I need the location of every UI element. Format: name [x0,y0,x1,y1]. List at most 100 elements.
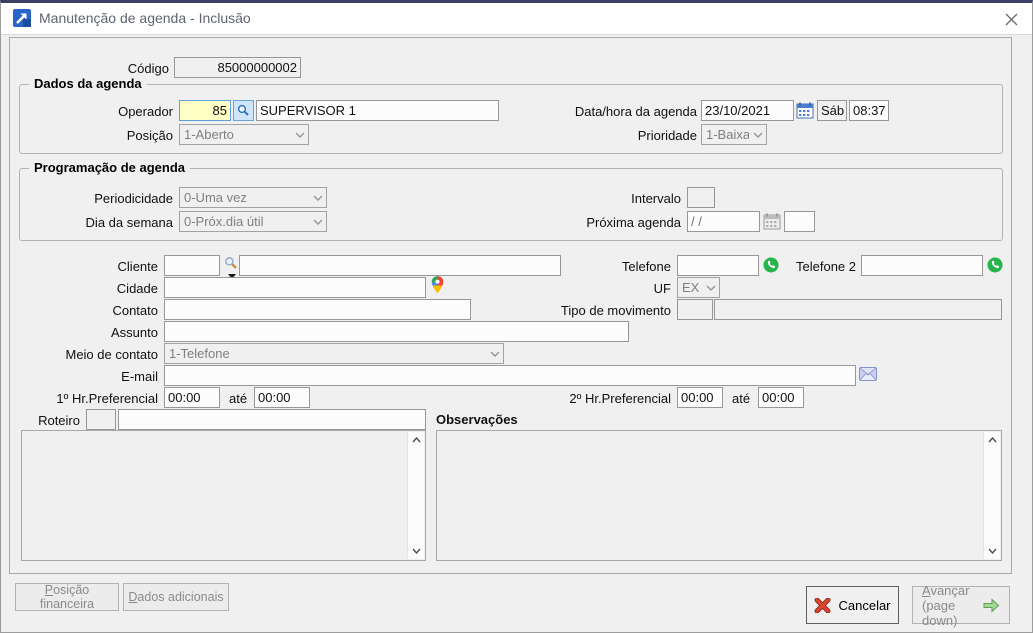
cliente-label: Cliente [117,259,158,274]
proxima-agenda-label: Próxima agenda [586,215,681,230]
observacoes-scrollbar[interactable] [983,432,1000,559]
observacoes-label: Observações [436,412,518,427]
proxima-agenda-field[interactable] [687,211,760,232]
email-icon[interactable] [859,367,877,381]
roteiro-label: Roteiro [38,413,80,428]
assunto-label: Assunto [111,325,158,340]
prioridade-label: Prioridade [637,128,697,143]
email-field[interactable] [164,365,856,386]
email-label: E-mail [121,369,158,384]
dados-adicionais-button[interactable]: Dados adicionais [123,583,229,611]
roteiro-scrollbar[interactable] [407,432,424,559]
whatsapp-icon[interactable] [763,257,779,273]
tipo-movimento-desc-field[interactable] [714,299,1002,320]
meio-contato-select[interactable]: 1-Telefone [164,343,504,364]
scroll-up-icon[interactable] [984,432,1000,448]
uf-value: EX [682,280,700,295]
weekday-display: Sáb [817,100,847,121]
map-pin-icon[interactable] [430,275,445,295]
posicao-label: Posição [126,128,173,143]
operador-code-field[interactable] [179,100,231,121]
periodicidade-value: 0-Uma vez [184,190,247,205]
app-icon [13,9,31,27]
hr2-label: 2º Hr.Preferencial [569,391,671,406]
operador-name-field[interactable] [256,100,499,121]
scroll-down-icon[interactable] [408,543,424,559]
telefone-label: Telefone [621,259,671,274]
titlebar: Manutenção de agenda - Inclusão [1,3,1032,35]
close-icon[interactable] [1002,10,1020,28]
operador-label: Operador [118,104,173,119]
uf-label: UF [653,281,671,296]
cliente-name-field[interactable] [239,255,561,276]
datahora-label: Data/hora da agenda [574,104,697,119]
hr1-ate-label: até [229,391,248,406]
cancelar-button[interactable]: Cancelar [806,586,899,624]
meio-contato-label: Meio de contato [65,347,158,362]
chevron-down-icon [749,131,766,138]
tipo-movimento-code-field[interactable] [677,299,713,320]
chevron-down-icon [702,284,719,291]
prioridade-value: 1-Baixa [706,127,749,142]
button-label: Posição financeira [39,583,95,611]
roteiro-desc-field[interactable] [118,409,426,430]
telefone2-label: Telefone 2 [796,259,856,274]
tipo-movimento-label: Tipo de movimento [560,303,671,318]
button-label: Avançar (page down) [922,582,970,628]
assunto-field[interactable] [164,321,629,342]
chevron-down-icon [309,194,326,201]
contato-field[interactable] [164,299,471,320]
button-label: Cancelar [838,597,891,613]
programacao-title: Programação de agenda [29,160,190,175]
avancar-button[interactable]: Avançar (page down) [912,583,1010,628]
intervalo-field[interactable] [687,187,715,208]
posicao-financeira-button[interactable]: Posição financeira [15,583,119,611]
chevron-down-icon [486,350,503,357]
scroll-up-icon[interactable] [408,432,424,448]
roteiro-textarea[interactable] [21,430,426,561]
dados-agenda-title: Dados da agenda [29,76,147,91]
cliente-code-field[interactable] [164,255,220,276]
posicao-value: 1-Aberto [184,127,234,142]
dia-semana-label: Dia da semana [85,215,173,230]
data-agenda-field[interactable] [701,100,794,121]
dia-semana-select[interactable]: 0-Próx.dia útil [179,211,327,232]
advance-arrow-icon [982,597,1000,614]
hr2-ate-field[interactable] [758,387,804,408]
whatsapp2-icon[interactable] [987,257,1003,273]
cliente-search-icon[interactable] [224,256,238,270]
cancel-x-icon [814,597,831,613]
operador-search-icon[interactable] [233,100,254,121]
periodicidade-label: Periodicidade [94,191,173,206]
chevron-down-icon [291,131,308,138]
codigo-field[interactable] [174,57,301,78]
dia-semana-value: 0-Próx.dia útil [184,214,264,229]
button-label: Dados adicionais [128,590,224,604]
telefone2-field[interactable] [861,255,983,276]
cidade-field[interactable] [164,277,426,298]
dialog-window: Manutenção de agenda - Inclusão Código D… [0,0,1033,633]
roteiro-code-field[interactable] [86,409,116,430]
observacoes-textarea[interactable] [436,430,1002,561]
hr2-ate-label: até [732,391,751,406]
uf-select[interactable]: EX [677,277,720,298]
window-title: Manutenção de agenda - Inclusão [39,10,251,26]
calendar-disabled-icon [763,213,781,230]
hr1-label: 1º Hr.Preferencial [56,391,158,406]
proxima-hora-field[interactable] [784,211,815,232]
posicao-select[interactable]: 1-Aberto [179,124,309,145]
cidade-label: Cidade [116,281,158,296]
prioridade-select[interactable]: 1-Baixa [701,124,767,145]
telefone-field[interactable] [677,255,759,276]
chevron-down-icon [309,218,326,225]
meio-contato-value: 1-Telefone [169,346,230,361]
calendar-icon[interactable] [796,102,814,119]
hr1-de-field[interactable] [164,387,220,408]
periodicidade-select[interactable]: 0-Uma vez [179,187,327,208]
contato-label: Contato [112,303,158,318]
hr1-ate-field[interactable] [254,387,310,408]
hora-agenda-field[interactable] [849,100,889,121]
intervalo-label: Intervalo [631,191,681,206]
hr2-de-field[interactable] [677,387,723,408]
scroll-down-icon[interactable] [984,543,1000,559]
